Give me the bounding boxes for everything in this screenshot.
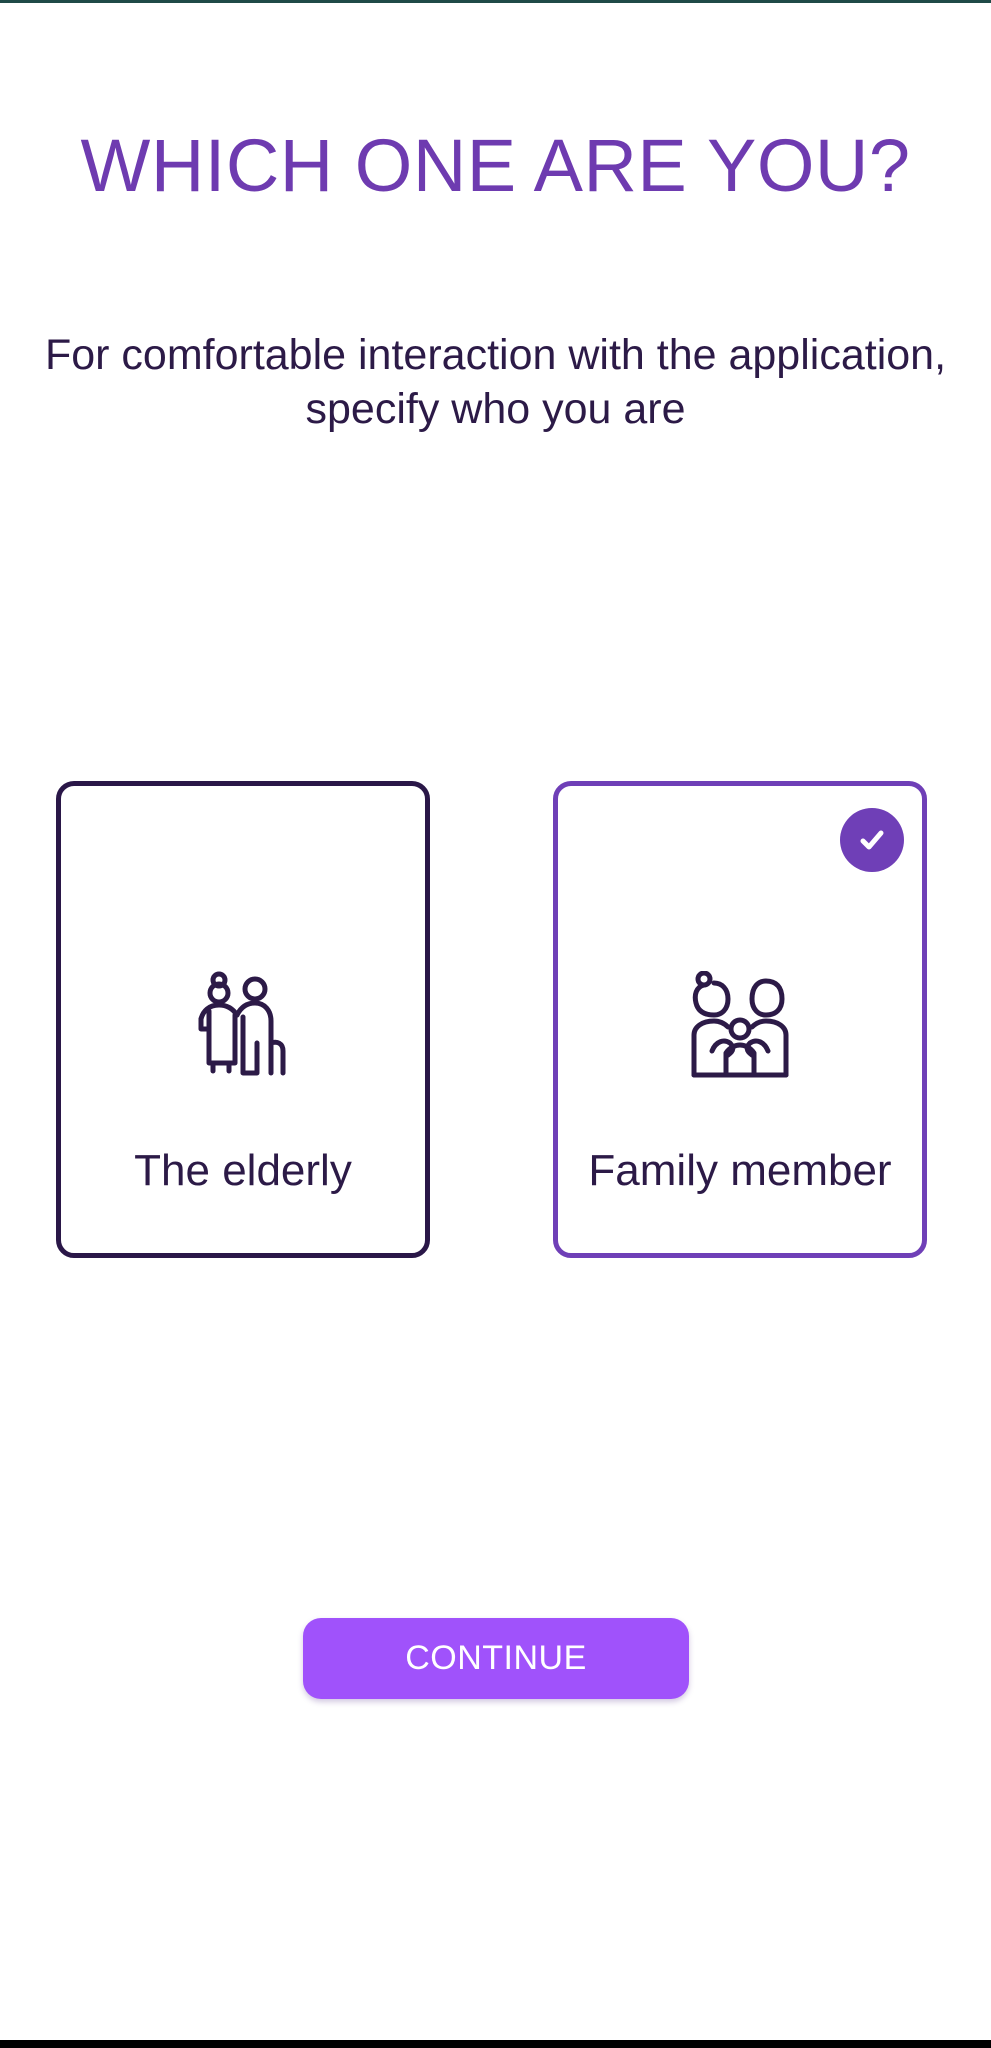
option-card-family-member[interactable]: Family member [553,781,927,1258]
option-card-elderly[interactable]: The elderly [56,781,430,1258]
option-label-elderly: The elderly [134,1146,352,1195]
continue-button[interactable]: CONTINUE [303,1618,689,1699]
selected-check-icon [840,808,904,872]
navigation-bar-edge [0,2040,991,2048]
family-icon [690,970,790,1079]
status-bar-edge [0,0,991,3]
page-title: WHICH ONE ARE YOU? [80,124,911,207]
page-subtitle: For comfortable interaction with the app… [44,331,947,433]
elderly-couple-icon [193,971,293,1079]
option-label-family-member: Family member [588,1146,892,1195]
